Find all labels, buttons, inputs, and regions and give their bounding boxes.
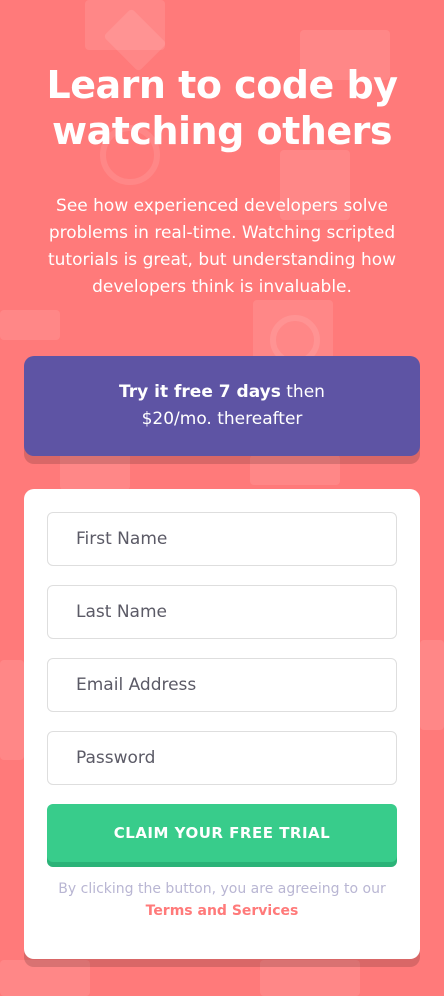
landing-page: Learn to code by watching others See how… <box>0 0 444 996</box>
page-headline: Learn to code by watching others <box>46 63 398 153</box>
email-field[interactable] <box>47 658 397 712</box>
offer-banner: Try it free 7 days then $20/mo. thereaft… <box>24 356 420 456</box>
password-field[interactable] <box>47 731 397 785</box>
intro-text: See how experienced developers solve pro… <box>47 196 397 297</box>
offer-highlight: Try it free 7 days <box>119 382 281 402</box>
claim-trial-button[interactable]: CLAIM YOUR FREE TRIAL <box>47 804 397 862</box>
terms-text: By clicking the button, you are agreeing… <box>58 881 386 897</box>
terms-link[interactable]: Terms and Services <box>146 903 299 919</box>
first-name-field[interactable] <box>47 512 397 566</box>
offer-text-2: $20/mo. thereafter <box>141 409 303 429</box>
last-name-field[interactable] <box>47 585 397 639</box>
signup-form: CLAIM YOUR FREE TRIAL By clicking the bu… <box>24 489 420 959</box>
terms-notice: By clicking the button, you are agreeing… <box>54 878 390 922</box>
offer-text-1: then <box>280 382 325 402</box>
